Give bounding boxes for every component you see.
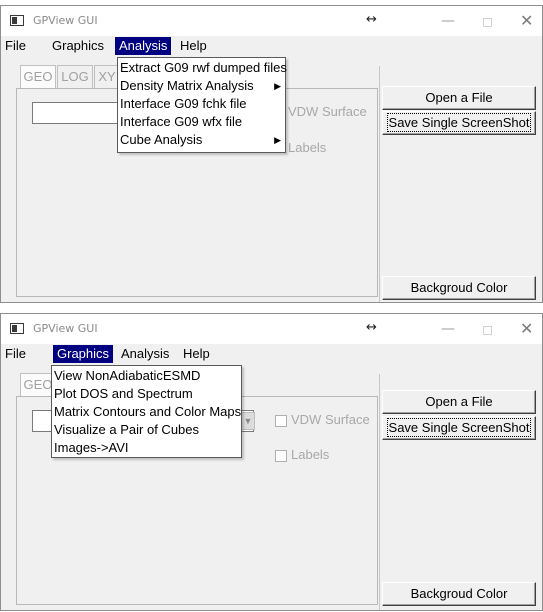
- gpview-window-analysis-menu: GPView GUI ↔ — ✕ File Graphics Analysis …: [0, 5, 543, 303]
- menu-item-density-matrix-analysis[interactable]: Density Matrix Analysis: [120, 77, 254, 95]
- menu-item-interface-fchk[interactable]: Interface G09 fchk file: [120, 95, 246, 113]
- menu-graphics[interactable]: Graphics: [53, 345, 114, 363]
- open-file-button[interactable]: Open a File: [382, 390, 536, 414]
- tab-log[interactable]: LOG: [57, 65, 93, 89]
- open-file-label: Open a File: [425, 90, 493, 105]
- background-color-button[interactable]: Backgroud Color: [382, 582, 536, 606]
- title-bar[interactable]: GPView GUI ↔ — ✕: [1, 6, 542, 36]
- maximize-button[interactable]: [483, 18, 492, 27]
- tab-geo[interactable]: GEO: [20, 65, 56, 89]
- background-color-button[interactable]: Backgroud Color: [382, 276, 536, 300]
- close-button[interactable]: ✕: [520, 319, 533, 338]
- menu-analysis[interactable]: Analysis: [115, 37, 172, 55]
- panel-divider: [379, 66, 380, 302]
- vdw-surface-label: VDW Surface: [291, 412, 370, 427]
- minimize-button[interactable]: —: [441, 321, 455, 337]
- menu-analysis[interactable]: Analysis: [117, 345, 173, 363]
- menu-help[interactable]: Help: [176, 37, 211, 55]
- close-button[interactable]: ✕: [520, 11, 533, 30]
- menu-bar: File Graphics Analysis Help: [1, 344, 542, 364]
- save-screenshot-button[interactable]: Save Single ScreenShot: [382, 416, 536, 440]
- vdw-surface-label: VDW Surface: [288, 104, 367, 119]
- window-title: GPView GUI: [33, 14, 98, 27]
- combo-dropdown-arrow-icon[interactable]: ▼: [241, 412, 255, 430]
- title-bar[interactable]: GPView GUI ↔ — ✕: [1, 314, 542, 344]
- menu-bar: File Graphics Analysis Help: [1, 36, 542, 56]
- save-screenshot-button[interactable]: Save Single ScreenShot: [382, 111, 536, 135]
- minimize-button[interactable]: —: [441, 13, 455, 29]
- labels-label: Labels: [291, 447, 330, 462]
- menu-item-images-avi[interactable]: Images->AVI: [54, 439, 129, 457]
- submenu-arrow-icon: ▶: [274, 81, 281, 91]
- menu-graphics[interactable]: Graphics: [48, 37, 108, 55]
- menu-item-extract-g09-rwf[interactable]: Extract G09 rwf dumped files: [120, 59, 287, 77]
- gpview-window-graphics-menu: GPView GUI ↔ — ✕ File Graphics Analysis …: [0, 313, 543, 611]
- background-color-label: Backgroud Color: [410, 586, 508, 601]
- menu-item-plot-dos-spectrum[interactable]: Plot DOS and Spectrum: [54, 385, 193, 403]
- save-screenshot-label: Save Single ScreenShot: [386, 418, 532, 437]
- menu-item-cube-analysis[interactable]: Cube Analysis: [120, 131, 202, 149]
- panel-divider: [379, 374, 380, 610]
- resize-arrows-icon: ↔: [366, 320, 377, 335]
- menu-item-matrix-contours[interactable]: Matrix Contours and Color Maps: [54, 403, 241, 421]
- labels-checkbox[interactable]: [275, 450, 287, 462]
- vdw-surface-checkbox[interactable]: [275, 415, 287, 427]
- save-screenshot-label: Save Single ScreenShot: [386, 113, 532, 132]
- open-file-label: Open a File: [425, 394, 493, 409]
- menu-item-view-nonadiabatic-esmd[interactable]: View NonAdiabaticESMD: [54, 367, 200, 385]
- menu-help[interactable]: Help: [179, 345, 214, 363]
- labels-label: Labels: [288, 140, 327, 155]
- analysis-dropdown: Extract G09 rwf dumped files Density Mat…: [117, 57, 287, 153]
- menu-item-interface-wfx[interactable]: Interface G09 wfx file: [120, 113, 242, 131]
- submenu-arrow-icon: ▶: [274, 135, 281, 145]
- app-icon: [10, 323, 24, 334]
- graphics-dropdown: View NonAdiabaticESMD Plot DOS and Spect…: [51, 365, 242, 458]
- maximize-button[interactable]: [483, 326, 492, 335]
- app-icon: [10, 15, 24, 26]
- resize-arrows-icon: ↔: [366, 12, 377, 27]
- menu-item-visualize-cubes[interactable]: Visualize a Pair of Cubes: [54, 421, 199, 439]
- menu-file[interactable]: File: [1, 345, 30, 363]
- window-title: GPView GUI: [33, 322, 98, 335]
- molecule-input[interactable]: [32, 102, 122, 124]
- background-color-label: Backgroud Color: [410, 280, 508, 295]
- open-file-button[interactable]: Open a File: [382, 86, 536, 110]
- menu-file[interactable]: File: [1, 37, 30, 55]
